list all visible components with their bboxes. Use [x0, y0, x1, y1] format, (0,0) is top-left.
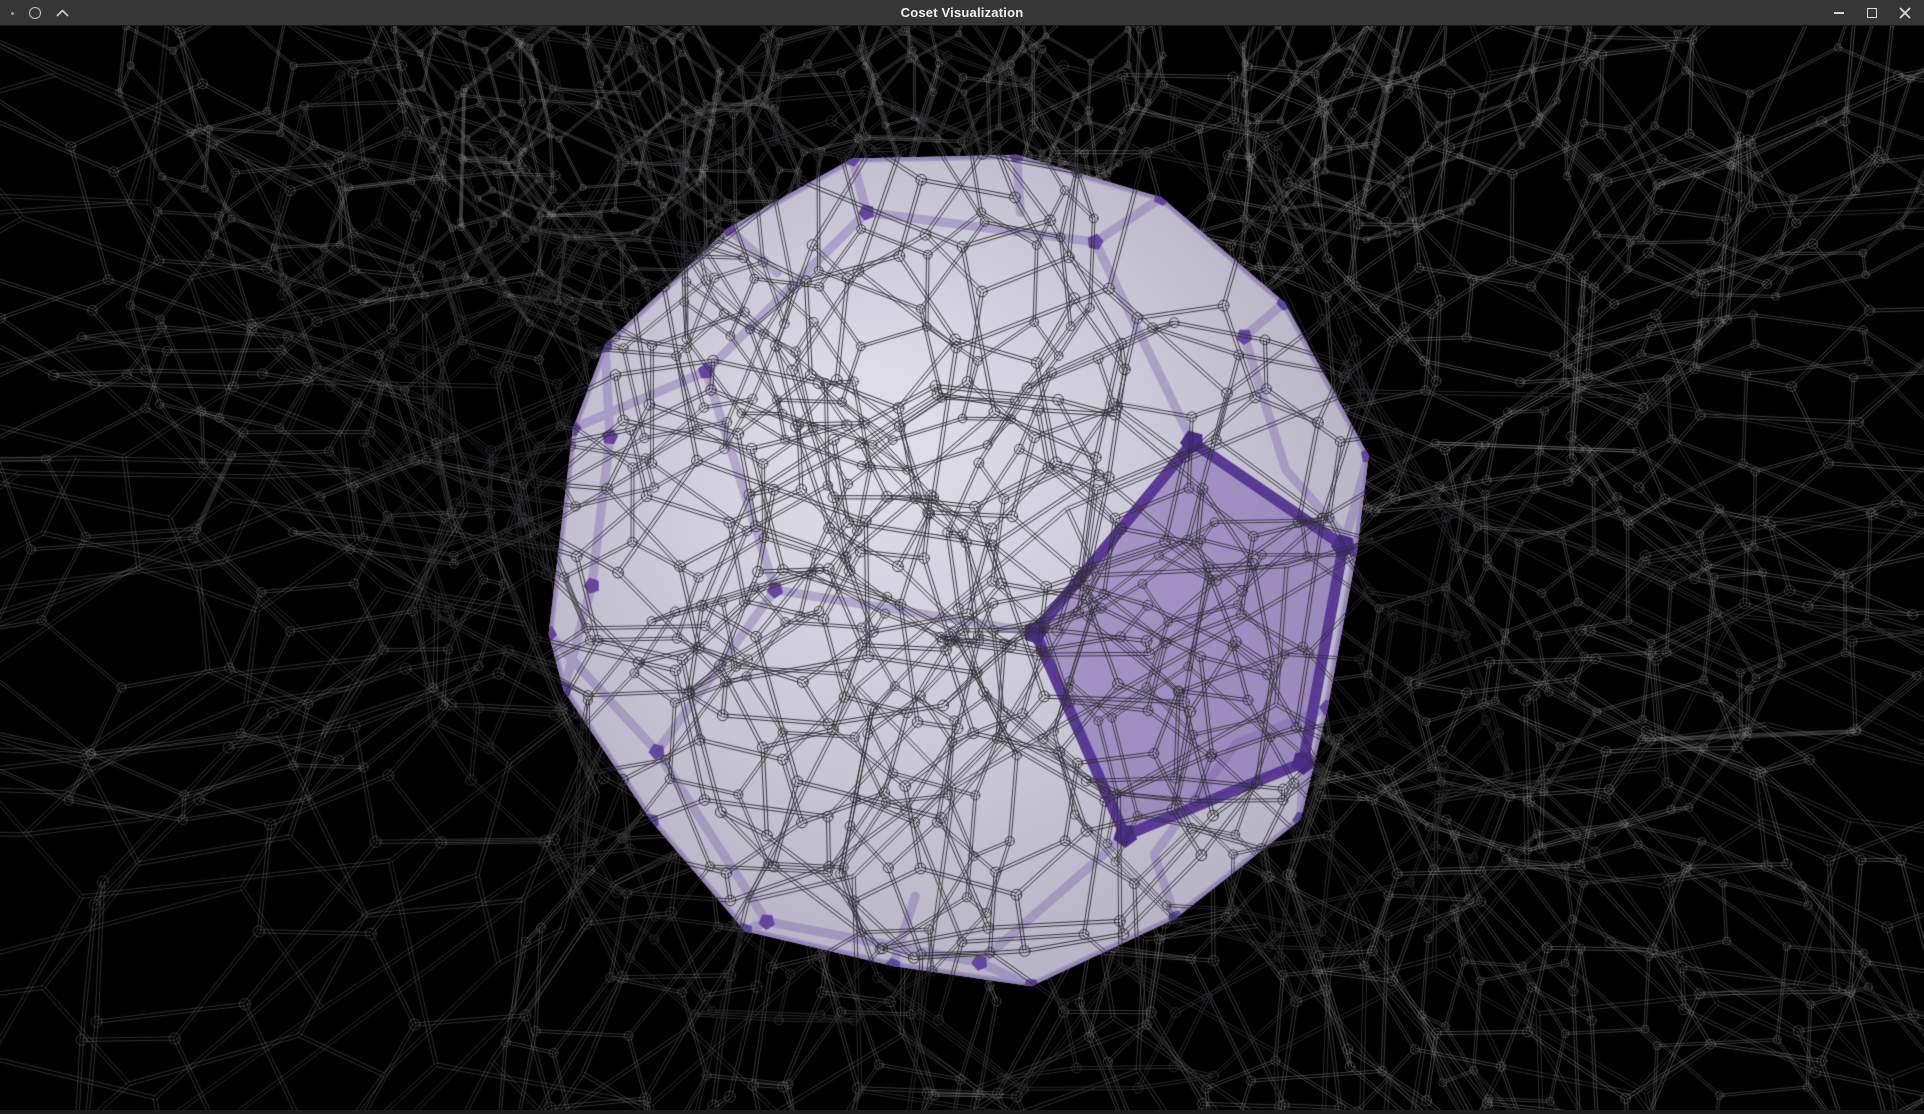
coset-3d-viewport[interactable]	[0, 26, 1924, 1110]
titlebar-left-icons	[0, 0, 69, 26]
window-bottom-edge	[0, 1110, 1924, 1114]
minimize-button[interactable]	[1829, 3, 1849, 23]
maximize-button[interactable]	[1862, 3, 1882, 23]
chevron-up-icon[interactable]	[56, 9, 69, 17]
close-icon	[1899, 7, 1911, 19]
titlebar: Coset Visualization	[0, 0, 1924, 26]
status-dot-icon	[11, 12, 14, 15]
viewport-container	[0, 26, 1924, 1110]
maximize-icon	[1867, 8, 1877, 18]
app-window: Coset Visualization	[0, 0, 1924, 1114]
window-controls	[1829, 0, 1915, 26]
minimize-icon	[1834, 12, 1844, 14]
window-title: Coset Visualization	[0, 0, 1924, 26]
close-button[interactable]	[1895, 3, 1915, 23]
record-circle-icon[interactable]	[29, 7, 41, 19]
